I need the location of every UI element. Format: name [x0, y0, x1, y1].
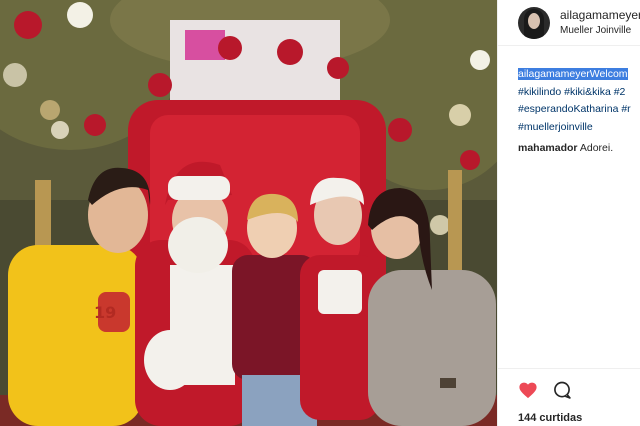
caption-username-link[interactable]: ailagamameyer: [518, 68, 590, 80]
hashtag-line[interactable]: #kikilindo #kiki&kika #2: [518, 84, 640, 102]
caption-text: Welcom: [589, 68, 628, 80]
post-header: ailagamameyer Mueller Joinville: [498, 0, 640, 46]
post-photo[interactable]: 19: [0, 0, 497, 426]
comment-bubble-icon[interactable]: [552, 380, 572, 405]
comment-text: Adorei.: [579, 142, 614, 154]
hashtag-line[interactable]: #esperandoKatharina #r: [518, 101, 640, 119]
likes-count[interactable]: 144 curtidas: [518, 412, 640, 424]
post-caption: ailagamameyerWelcom #kikilindo #kiki&kik…: [498, 46, 640, 136]
avatar[interactable]: [518, 6, 550, 39]
post-sidebar: ailagamameyer Mueller Joinville ailagama…: [497, 0, 640, 426]
comment-username-link[interactable]: mahamador: [518, 142, 578, 154]
location-link[interactable]: Mueller Joinville: [560, 24, 640, 38]
hashtag-line[interactable]: #muellerjoinville: [518, 119, 640, 137]
username-link[interactable]: ailagamameyer: [560, 7, 640, 23]
heart-icon[interactable]: [518, 381, 538, 404]
comment-row: mahamador Adorei.: [498, 136, 640, 154]
post-actions: 144 curtidas: [498, 368, 640, 426]
svg-text:19: 19: [94, 303, 116, 322]
